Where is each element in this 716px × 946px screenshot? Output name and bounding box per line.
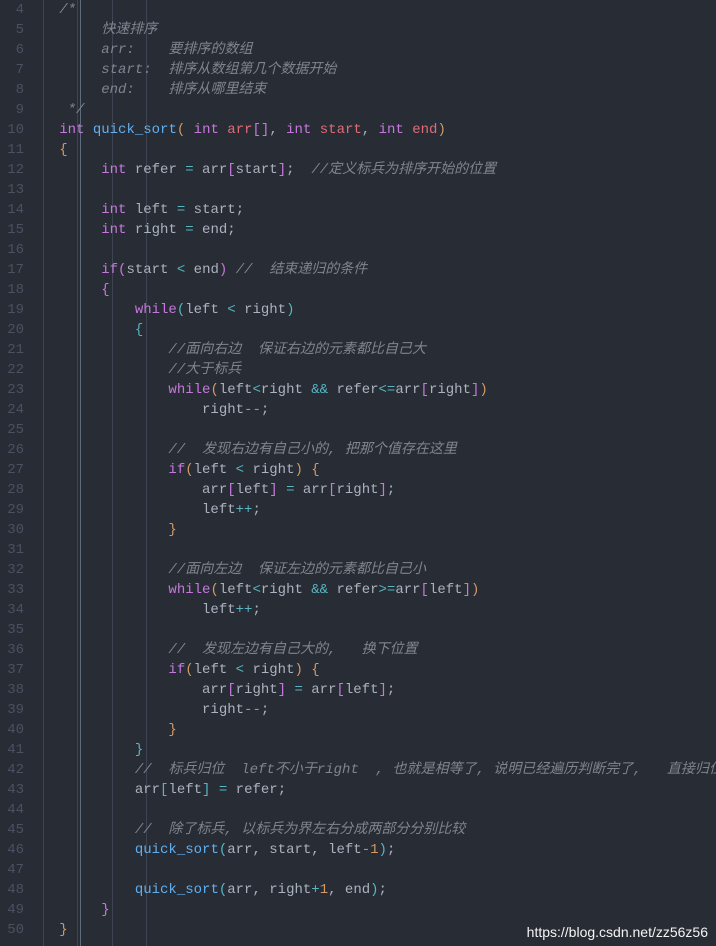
- code-line[interactable]: // 除了标兵, 以标兵为界左右分成两部分分别比较: [34, 820, 716, 840]
- line-number: 46: [0, 840, 24, 860]
- line-number: 48: [0, 880, 24, 900]
- line-number: 26: [0, 440, 24, 460]
- line-number: 18: [0, 280, 24, 300]
- line-number: 23: [0, 380, 24, 400]
- code-line[interactable]: {: [34, 140, 716, 160]
- code-line[interactable]: //面向左边 保证左边的元素都比自己小: [34, 560, 716, 580]
- code-line[interactable]: [34, 620, 716, 640]
- line-number: 47: [0, 860, 24, 880]
- code-line[interactable]: while(left < right): [34, 300, 716, 320]
- line-number: 6: [0, 40, 24, 60]
- code-line[interactable]: // 发现右边有自己小的, 把那个值存在这里: [34, 440, 716, 460]
- code-line[interactable]: int refer = arr[start]; //定义标兵为排序开始的位置: [34, 160, 716, 180]
- code-line[interactable]: if(left < right) {: [34, 660, 716, 680]
- code-line[interactable]: }: [34, 900, 716, 920]
- code-line[interactable]: 快速排序: [34, 20, 716, 40]
- code-line[interactable]: quick_sort(arr, right+1, end);: [34, 880, 716, 900]
- line-number: 8: [0, 80, 24, 100]
- line-number: 32: [0, 560, 24, 580]
- line-number: 20: [0, 320, 24, 340]
- code-line[interactable]: [34, 800, 716, 820]
- code-line[interactable]: while(left<right && refer<=arr[right]): [34, 380, 716, 400]
- code-line[interactable]: int quick_sort( int arr[], int start, in…: [34, 120, 716, 140]
- code-line[interactable]: // 标兵归位 left不小于right , 也就是相等了, 说明已经遍历判断完…: [34, 760, 716, 780]
- line-number: 9: [0, 100, 24, 120]
- line-number-gutter: 4567891011121314151617181920212223242526…: [0, 0, 34, 946]
- code-line[interactable]: //大于标兵: [34, 360, 716, 380]
- code-line[interactable]: left++;: [34, 600, 716, 620]
- line-number: 17: [0, 260, 24, 280]
- code-line[interactable]: [34, 860, 716, 880]
- code-line[interactable]: [34, 540, 716, 560]
- line-number: 34: [0, 600, 24, 620]
- code-line[interactable]: right--;: [34, 700, 716, 720]
- line-number: 42: [0, 760, 24, 780]
- line-number: 27: [0, 460, 24, 480]
- watermark-text: https://blog.csdn.net/zz56z56: [527, 922, 708, 942]
- line-number: 24: [0, 400, 24, 420]
- line-number: 44: [0, 800, 24, 820]
- code-line[interactable]: int left = start;: [34, 200, 716, 220]
- line-number: 14: [0, 200, 24, 220]
- line-number: 35: [0, 620, 24, 640]
- line-number: 16: [0, 240, 24, 260]
- line-number: 21: [0, 340, 24, 360]
- line-number: 12: [0, 160, 24, 180]
- code-line[interactable]: {: [34, 280, 716, 300]
- code-line[interactable]: //面向右边 保证右边的元素都比自己大: [34, 340, 716, 360]
- code-area[interactable]: /* 快速排序 arr: 要排序的数组 start: 排序从数组第几个数据开始 …: [34, 0, 716, 946]
- code-line[interactable]: [34, 180, 716, 200]
- line-number: 30: [0, 520, 24, 540]
- line-number: 40: [0, 720, 24, 740]
- code-line[interactable]: quick_sort(arr, start, left-1);: [34, 840, 716, 860]
- line-number: 7: [0, 60, 24, 80]
- line-number: 15: [0, 220, 24, 240]
- code-line[interactable]: right--;: [34, 400, 716, 420]
- line-number: 4: [0, 0, 24, 20]
- line-number: 37: [0, 660, 24, 680]
- code-line[interactable]: left++;: [34, 500, 716, 520]
- code-line[interactable]: arr[left] = refer;: [34, 780, 716, 800]
- code-line[interactable]: /*: [34, 0, 716, 20]
- code-line[interactable]: arr[right] = arr[left];: [34, 680, 716, 700]
- code-line[interactable]: arr[left] = arr[right];: [34, 480, 716, 500]
- line-number: 45: [0, 820, 24, 840]
- code-line[interactable]: // 发现左边有自己大的, 换下位置: [34, 640, 716, 660]
- code-line[interactable]: start: 排序从数组第几个数据开始: [34, 60, 716, 80]
- line-number: 43: [0, 780, 24, 800]
- code-line[interactable]: {: [34, 320, 716, 340]
- line-number: 49: [0, 900, 24, 920]
- line-number: 50: [0, 920, 24, 940]
- code-line[interactable]: arr: 要排序的数组: [34, 40, 716, 60]
- code-line[interactable]: }: [34, 720, 716, 740]
- line-number: 25: [0, 420, 24, 440]
- code-line[interactable]: if(start < end) // 结束递归的条件: [34, 260, 716, 280]
- code-line[interactable]: }: [34, 740, 716, 760]
- line-number: 13: [0, 180, 24, 200]
- line-number: 36: [0, 640, 24, 660]
- line-number: 38: [0, 680, 24, 700]
- line-number: 29: [0, 500, 24, 520]
- code-line[interactable]: [34, 240, 716, 260]
- line-number: 28: [0, 480, 24, 500]
- code-line[interactable]: if(left < right) {: [34, 460, 716, 480]
- line-number: 33: [0, 580, 24, 600]
- line-number: 22: [0, 360, 24, 380]
- line-number: 19: [0, 300, 24, 320]
- code-editor[interactable]: 4567891011121314151617181920212223242526…: [0, 0, 716, 946]
- line-number: 39: [0, 700, 24, 720]
- code-line[interactable]: end: 排序从哪里结束: [34, 80, 716, 100]
- line-number: 31: [0, 540, 24, 560]
- code-line[interactable]: }: [34, 520, 716, 540]
- line-number: 5: [0, 20, 24, 40]
- code-line[interactable]: int right = end;: [34, 220, 716, 240]
- line-number: 11: [0, 140, 24, 160]
- code-line[interactable]: while(left<right && refer>=arr[left]): [34, 580, 716, 600]
- code-line[interactable]: [34, 420, 716, 440]
- line-number: 10: [0, 120, 24, 140]
- line-number: 41: [0, 740, 24, 760]
- code-line[interactable]: */: [34, 100, 716, 120]
